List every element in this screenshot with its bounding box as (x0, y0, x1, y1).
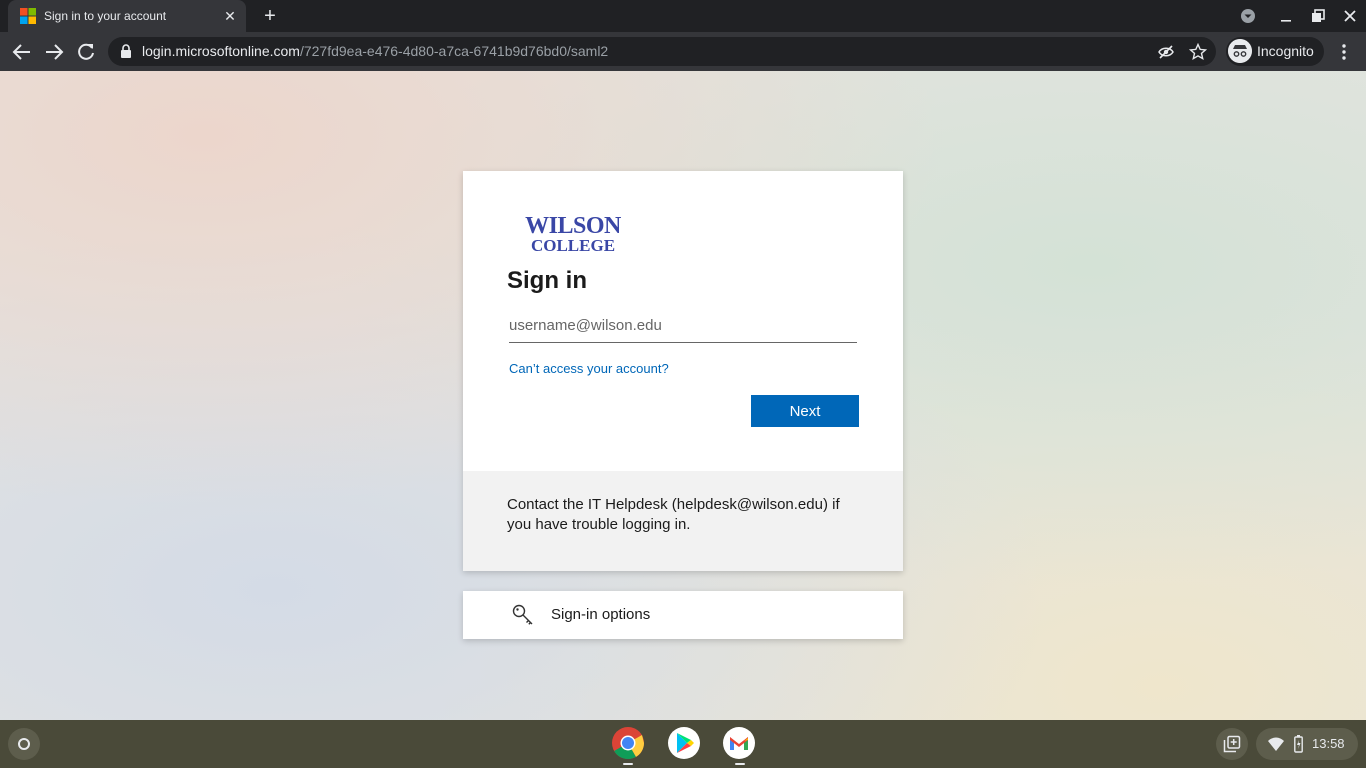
bookmark-star-icon[interactable] (1189, 43, 1207, 61)
url-host: login.microsoftonline.com (142, 43, 300, 59)
launcher-button[interactable] (8, 728, 40, 760)
browser-tab[interactable]: Sign in to your account ✕ (8, 0, 246, 32)
helpdesk-text: Contact the IT Helpdesk (helpdesk@wilson… (507, 496, 840, 533)
tab-title: Sign in to your account (44, 9, 167, 23)
more-menu-icon[interactable] (1336, 42, 1352, 62)
tab-strip: Sign in to your account ✕ + (0, 0, 1366, 32)
tab-search-icon[interactable] (1240, 8, 1256, 24)
os-shelf: 13:58 (0, 720, 1366, 768)
reload-icon[interactable] (74, 40, 98, 64)
incognito-label: Incognito (1257, 43, 1314, 59)
signin-card: WILSON COLLEGE Sign in Can’t access your… (463, 171, 903, 571)
gmail-running-indicator (735, 763, 745, 765)
forward-icon[interactable] (42, 40, 66, 64)
url-text[interactable]: login.microsoftonline.com/727fd9ea-e476-… (142, 43, 608, 60)
close-window-icon[interactable] (1342, 8, 1358, 24)
email-field[interactable] (509, 309, 857, 343)
clock-time: 13:58 (1312, 736, 1345, 751)
play-store-icon[interactable] (667, 726, 701, 760)
chrome-running-indicator (623, 763, 633, 765)
restore-icon[interactable] (1310, 8, 1326, 24)
tab-close-icon[interactable]: ✕ (222, 8, 238, 24)
incognito-badge[interactable]: Incognito (1226, 37, 1324, 66)
cant-access-account-link[interactable]: Can’t access your account? (509, 361, 669, 377)
third-party-cookies-blocked-icon[interactable] (1157, 43, 1175, 61)
status-area[interactable]: 13:58 (1256, 728, 1358, 760)
lock-icon[interactable] (120, 44, 132, 58)
page-title: Sign in (507, 267, 587, 294)
address-bar[interactable]: login.microsoftonline.com/727fd9ea-e476-… (108, 37, 1216, 66)
holding-space-button[interactable] (1216, 728, 1248, 760)
chrome-icon[interactable] (611, 726, 645, 760)
holding-space-icon (1223, 735, 1241, 753)
signin-options-label: Sign-in options (551, 606, 651, 623)
launcher-icon (18, 738, 30, 750)
gmail-icon[interactable] (722, 726, 756, 760)
minimize-icon[interactable] (1278, 8, 1294, 24)
svg-text:COLLEGE: COLLEGE (531, 236, 615, 253)
incognito-icon (1228, 39, 1252, 63)
next-button[interactable]: Next (751, 395, 859, 427)
wilson-college-logo: WILSON COLLEGE (525, 213, 622, 253)
wifi-icon (1268, 737, 1284, 751)
browser-toolbar: login.microsoftonline.com/727fd9ea-e476-… (0, 32, 1366, 71)
back-icon[interactable] (10, 40, 34, 64)
new-tab-button[interactable]: + (260, 6, 280, 26)
battery-icon (1294, 735, 1303, 753)
key-icon (512, 604, 533, 625)
signin-options-button[interactable]: Sign-in options (463, 591, 903, 639)
url-path: /727fd9ea-e476-4d80-a7ca-6741b9d76bd0/sa… (299, 43, 609, 59)
page-background: WILSON COLLEGE Sign in Can’t access your… (0, 71, 1366, 720)
microsoft-favicon-icon (20, 8, 36, 24)
helpdesk-banner: Contact the IT Helpdesk (helpdesk@wilson… (463, 471, 903, 571)
